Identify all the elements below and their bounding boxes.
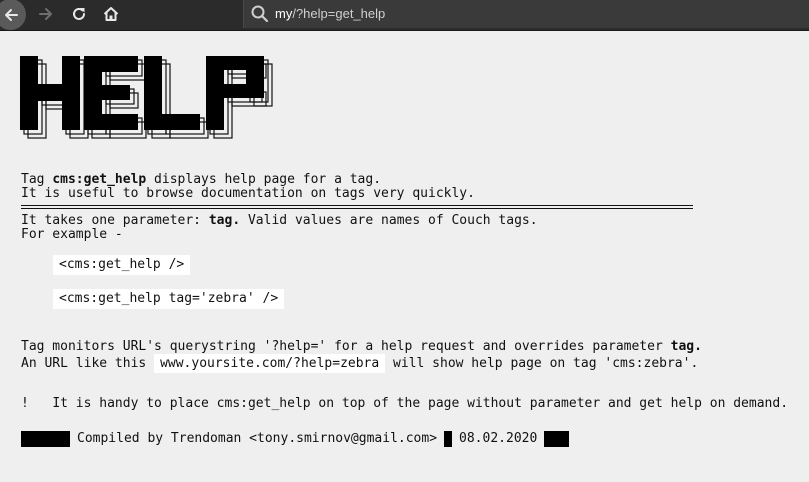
tip-text: It is handy to place cms:get_help on top… <box>52 396 789 411</box>
reload-button[interactable] <box>66 0 92 28</box>
params-param-name: tag. <box>208 213 241 228</box>
tip-line: ! It is handy to place cms:get_help on t… <box>21 397 809 411</box>
monitor-l2-post: will show help page on tag 'cms:zebra'. <box>385 356 699 371</box>
monitor-line-1: Tag monitors URL's querystring '?help=' … <box>21 340 809 354</box>
intro-line-1: Tag cms:get_help displays help page for … <box>21 173 809 187</box>
intro-l1-pre: Tag <box>21 172 53 187</box>
params-l1-post: Valid values are names of Couch tags. <box>240 213 538 228</box>
intro-text: Tag cms:get_help displays help page for … <box>21 173 809 201</box>
footer-compiled-by: Compiled by Trendoman <tony.smirnov@gmai… <box>77 431 438 446</box>
home-button[interactable] <box>98 0 124 28</box>
url-path: /?help=get_help <box>292 6 386 21</box>
divider <box>21 205 693 209</box>
url-text[interactable]: my/?help=get_help <box>275 6 385 21</box>
params-text: It takes one parameter: tag. Valid value… <box>21 214 809 242</box>
params-line-1: It takes one parameter: tag. Valid value… <box>21 214 809 228</box>
examples: <cms:get_help /> <cms:get_help tag='zebr… <box>21 255 809 309</box>
monitor-param-name: tag. <box>670 339 702 354</box>
intro-line-2: It is useful to browse documentation on … <box>21 186 475 201</box>
footer-block-left <box>21 431 70 447</box>
help-page: Tag cms:get_help displays help page for … <box>20 55 809 447</box>
monitor-l2-pre: An URL like this <box>21 356 155 371</box>
reload-icon <box>73 7 85 20</box>
monitor-text: Tag monitors URL's querystring '?help=' … <box>21 340 809 373</box>
example-code-1: <cms:get_help /> <box>53 255 191 275</box>
address-bar[interactable]: my/?help=get_help <box>243 0 809 28</box>
params-l1-pre: It takes one parameter: <box>21 213 209 228</box>
help-banner <box>20 56 273 139</box>
forward-arrow-icon <box>39 8 52 20</box>
example-url: www.yoursite.com/?help=zebra <box>154 354 386 373</box>
browser-toolbar: my/?help=get_help <box>0 0 809 31</box>
monitor-line-2: An URL like this www.yoursite.com/?help=… <box>21 354 809 373</box>
footer-block-right <box>544 431 570 447</box>
params-line-2: For example - <box>21 227 123 242</box>
search-icon <box>251 5 269 23</box>
footer-date: 08.02.2020 <box>459 431 538 446</box>
intro-tag-name: cms:get_help <box>52 172 147 187</box>
example-code-2: <cms:get_help tag='zebra' /> <box>53 289 285 309</box>
intro-l1-post: displays help page for a tag. <box>146 172 382 187</box>
forward-button[interactable] <box>33 0 59 28</box>
monitor-l1-pre: Tag monitors URL's querystring '?help=' … <box>21 339 671 354</box>
footer-block-mid <box>444 431 453 447</box>
footer: Compiled by Trendoman <tony.smirnov@gmai… <box>21 431 809 447</box>
back-button[interactable] <box>0 0 26 30</box>
back-arrow-icon <box>4 8 18 21</box>
url-host: my <box>275 6 293 21</box>
tip-mark: ! <box>21 396 29 411</box>
home-icon <box>103 7 119 21</box>
